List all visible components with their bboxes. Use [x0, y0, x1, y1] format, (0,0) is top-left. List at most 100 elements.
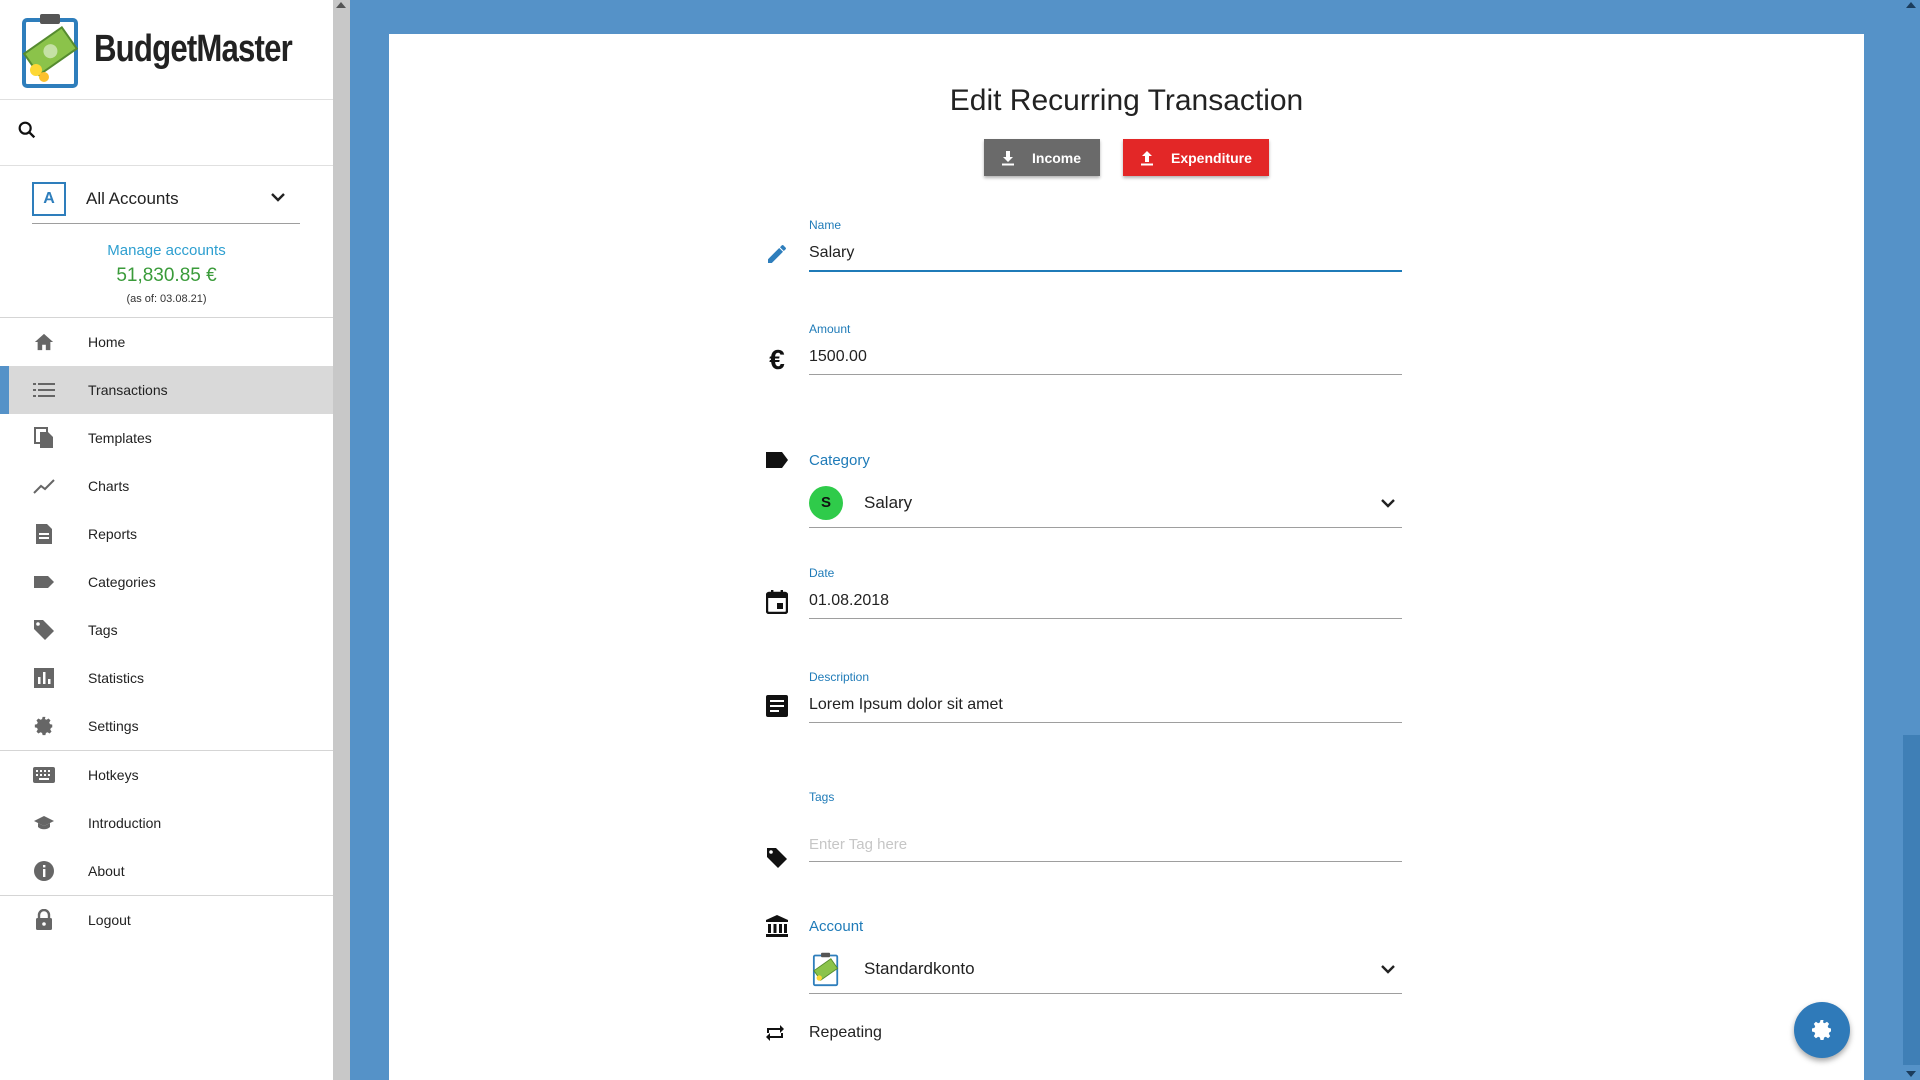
sidebar-item-about[interactable]: About [0, 847, 333, 895]
sidebar-item-label: Home [88, 334, 126, 350]
category-value: Salary [864, 492, 913, 512]
copy-icon [32, 426, 56, 450]
list-icon [32, 378, 56, 402]
sidebar-item-label: Logout [88, 912, 131, 928]
amount-label: Amount [809, 322, 851, 336]
bar-chart-icon [32, 666, 56, 690]
sidebar-item-charts[interactable]: Charts [0, 462, 333, 510]
label-icon [763, 446, 791, 474]
name-input[interactable]: Salary [809, 234, 1402, 272]
sidebar-item-logout[interactable]: Logout [0, 896, 333, 944]
sidebar-item-reports[interactable]: Reports [0, 510, 333, 558]
income-button[interactable]: Income [984, 139, 1100, 176]
sidebar-item-label: Introduction [88, 815, 162, 831]
account-label: Account [809, 918, 864, 935]
sidebar-nav: Home Transactions Templates Charts Repor… [0, 318, 333, 944]
category-badge: S [809, 485, 843, 520]
sidebar: BudgetMaster A All Accounts Manage accou… [0, 0, 333, 1080]
tag-icon [32, 618, 56, 642]
scroll-up-icon[interactable] [336, 2, 346, 8]
sidebar-item-label: Transactions [88, 382, 168, 398]
sidebar-item-hotkeys[interactable]: Hotkeys [0, 751, 333, 799]
school-icon [32, 811, 56, 835]
page-title: Edit Recurring Transaction [949, 84, 1304, 117]
scrollbar-thumb[interactable] [1903, 735, 1920, 1065]
repeat-icon [763, 1021, 787, 1045]
sidebar-item-label: Templates [88, 430, 152, 446]
sidebar-item-label: About [88, 863, 125, 879]
repeating-section[interactable]: Repeating [766, 1024, 882, 1042]
scroll-down-icon[interactable] [1906, 1071, 1916, 1077]
description-icon [763, 692, 791, 720]
manage-accounts-link[interactable]: Manage accounts [0, 242, 333, 259]
info-icon [32, 859, 56, 883]
account-balance: 51,830.85 € [116, 265, 217, 286]
sidebar-item-templates[interactable]: Templates [0, 414, 333, 462]
scroll-up-icon[interactable] [1906, 2, 1916, 8]
tag-icon [763, 844, 791, 872]
gear-icon [32, 714, 56, 738]
lock-icon [32, 908, 56, 932]
sidebar-item-categories[interactable]: Categories [0, 558, 333, 606]
account-field[interactable]: Account Standardkonto [766, 915, 1402, 994]
chevron-down-icon[interactable] [270, 190, 286, 208]
name-label: Name [809, 218, 842, 232]
app-logo[interactable] [20, 10, 82, 90]
sidebar-search[interactable] [0, 100, 333, 166]
sidebar-item-label: Settings [88, 718, 139, 734]
sidebar-item-label: Reports [88, 526, 138, 542]
income-label: Income [1032, 149, 1082, 166]
euro-icon: € [769, 344, 785, 375]
date-label: Date [809, 566, 835, 580]
account-select[interactable]: A All Accounts [32, 174, 300, 224]
description-input[interactable]: Lorem Ipsum dolor sit amet [809, 686, 1402, 723]
edit-form-card: Edit Recurring Transaction Income Expend… [389, 34, 1864, 1080]
calendar-icon [763, 588, 791, 616]
logo-row: BudgetMaster [0, 0, 333, 100]
sidebar-item-transactions[interactable]: Transactions [0, 366, 333, 414]
account-logo [809, 951, 843, 987]
chevron-down-icon[interactable] [1380, 963, 1396, 975]
sidebar-item-statistics[interactable]: Statistics [0, 654, 333, 702]
repeating-label: Repeating [809, 1024, 882, 1041]
category-field[interactable]: Category S Salary [766, 452, 1402, 528]
amount-input[interactable]: 1500.00 [809, 338, 1402, 375]
description-field[interactable]: Description Lorem Ipsum dolor sit amet [766, 670, 1402, 723]
pencil-icon [763, 240, 791, 268]
document-icon [32, 522, 56, 546]
expenditure-button[interactable]: Expenditure [1123, 139, 1269, 176]
sidebar-item-label: Hotkeys [88, 767, 139, 783]
chart-line-icon [32, 474, 56, 498]
sidebar-item-label: Charts [88, 478, 130, 494]
chevron-down-icon[interactable] [1380, 497, 1396, 509]
sidebar-scrollbar[interactable] [333, 0, 350, 1080]
date-input[interactable]: 01.08.2018 [809, 582, 1402, 619]
tags-input[interactable]: Enter Tag here [809, 826, 1402, 862]
sidebar-item-tags[interactable]: Tags [0, 606, 333, 654]
category-select[interactable]: S Salary [809, 478, 1402, 528]
sidebar-item-home[interactable]: Home [0, 318, 333, 366]
gear-icon [1810, 1018, 1834, 1042]
expenditure-label: Expenditure [1171, 149, 1252, 166]
search-icon[interactable] [16, 119, 38, 146]
account-select-main[interactable]: Standardkonto [809, 944, 1402, 994]
account-value: Standardkonto [864, 958, 975, 978]
tags-field[interactable]: Tags Enter Tag here [767, 790, 1402, 868]
transaction-type-toggle: Income Expenditure [389, 139, 1864, 176]
main-scrollbar[interactable] [1903, 0, 1920, 1080]
date-field[interactable]: Date 01.08.2018 [766, 566, 1402, 619]
balance-date: (as of: 03.08.21) [126, 293, 207, 305]
app-name: BudgetMaster [94, 28, 293, 70]
category-label: Category [809, 452, 870, 469]
sidebar-item-settings[interactable]: Settings [0, 702, 333, 750]
account-name: All Accounts [86, 188, 179, 208]
upload-icon [1139, 150, 1155, 166]
settings-fab[interactable] [1794, 1002, 1850, 1058]
sidebar-item-label: Statistics [88, 670, 145, 686]
amount-field[interactable]: € Amount 1500.00 [769, 322, 1402, 375]
sidebar-item-introduction[interactable]: Introduction [0, 799, 333, 847]
tags-label: Tags [809, 790, 835, 804]
name-field[interactable]: Name Salary [768, 218, 1402, 272]
sidebar-item-label: Tags [88, 622, 118, 638]
sidebar-item-label: Categories [88, 574, 156, 590]
